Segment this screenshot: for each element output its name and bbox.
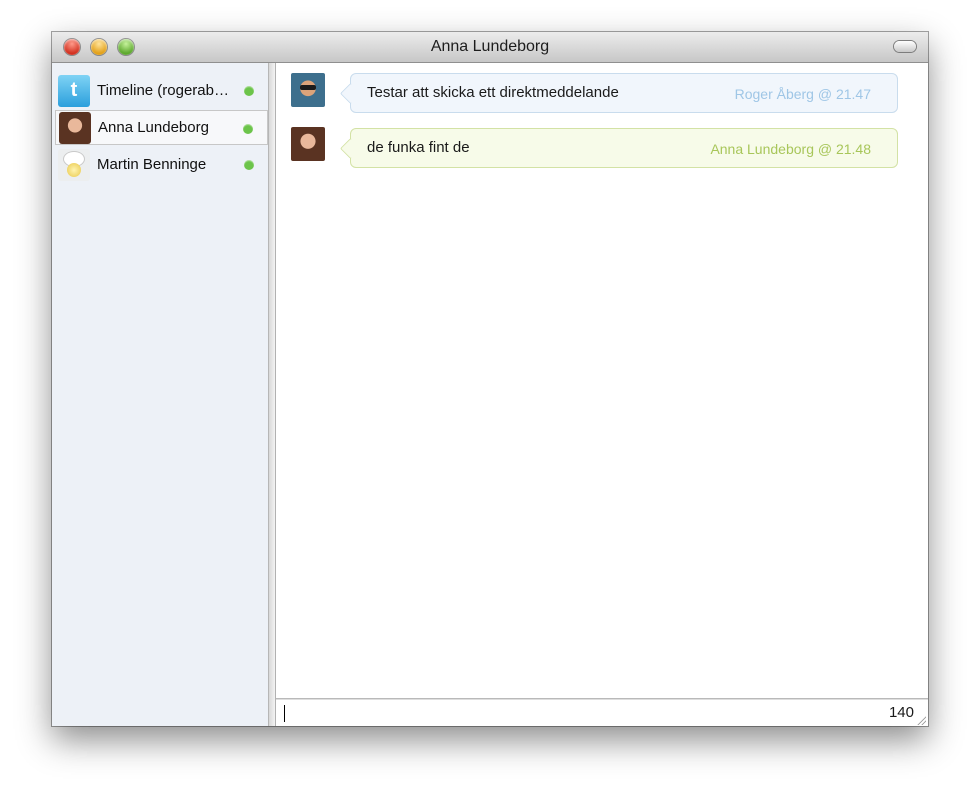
avatar <box>59 111 91 144</box>
toolbar-toggle-button[interactable] <box>894 41 916 52</box>
window-title: Anna Lundeborg <box>430 38 550 55</box>
sidebar-item-anna-lundeborg[interactable]: Anna Lundeborg <box>55 110 268 145</box>
sidebar-item-timeline[interactable]: t Timeline (rogerab… <box>55 73 268 108</box>
sidebar-item-label: Martin Benninge <box>97 156 207 173</box>
message-text: de funka fint de <box>367 139 470 156</box>
split-view-divider[interactable] <box>269 63 276 726</box>
resize-grip-icon[interactable] <box>916 715 926 725</box>
title-bar[interactable]: Anna Lundeborg <box>52 32 928 63</box>
chat-window: Anna Lundeborg t Timeline (rogerab… Anna… <box>52 32 928 726</box>
avatar <box>291 127 325 161</box>
avatar <box>291 73 325 107</box>
contact-sidebar: t Timeline (rogerab… Anna Lundeborg Mart… <box>52 63 269 726</box>
sidebar-item-label: Timeline (rogerab… <box>97 82 229 99</box>
online-status-icon <box>243 124 253 134</box>
message-meta: Roger Åberg @ 21.47 <box>734 86 871 102</box>
online-status-icon <box>244 160 254 170</box>
message-list: Testar att skicka ett direktmeddelande R… <box>276 63 928 698</box>
message-text: Testar att skicka ett direktmeddelande <box>367 84 619 101</box>
message-meta: Anna Lundeborg @ 21.48 <box>710 141 871 157</box>
character-count: 140 <box>888 704 914 721</box>
message-bubble: de funka fint de Anna Lundeborg @ 21.48 <box>350 128 898 168</box>
sidebar-item-label: Anna Lundeborg <box>98 119 209 136</box>
message-bubble: Testar att skicka ett direktmeddelande R… <box>350 73 898 113</box>
twitter-bird-icon: t <box>58 74 90 107</box>
sidebar-item-martin-benninge[interactable]: Martin Benninge <box>55 147 268 182</box>
online-status-icon <box>244 86 254 96</box>
message-input[interactable]: 140 <box>276 698 928 726</box>
default-avatar-icon <box>58 148 90 181</box>
text-cursor <box>284 705 285 722</box>
